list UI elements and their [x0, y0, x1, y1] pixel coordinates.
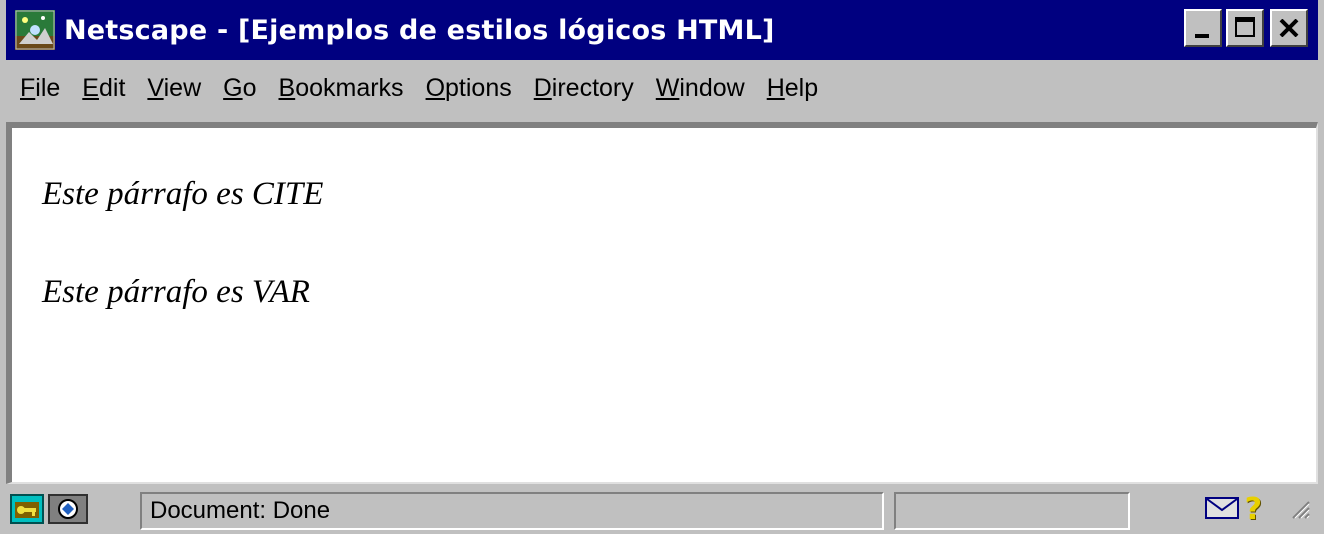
close-button[interactable]	[1270, 9, 1308, 47]
menu-view[interactable]: View	[147, 74, 201, 103]
menu-go-accel: G	[223, 73, 243, 102]
progress-panel	[894, 492, 1130, 530]
menu-bookmarks-label: ookmarks	[295, 73, 404, 102]
menu-help-label: elp	[784, 73, 819, 102]
menu-view-accel: V	[147, 73, 164, 102]
menu-directory-label: irectory	[551, 73, 634, 102]
menu-go[interactable]: Go	[223, 74, 256, 103]
menu-edit[interactable]: Edit	[82, 74, 125, 103]
security-key-icon[interactable]	[10, 493, 44, 529]
menu-go-label: o	[242, 73, 257, 102]
connection-icon[interactable]	[48, 493, 88, 529]
paragraph-var: Este párrafo es VAR	[42, 274, 310, 310]
maximize-button[interactable]	[1226, 9, 1264, 47]
menu-help-accel: H	[766, 73, 785, 102]
paragraph-cite: Este párrafo es CITE	[42, 176, 324, 212]
status-bar: Document: Done ?	[6, 488, 1318, 534]
window-title: Netscape - [Ejemplos de estilos lógicos …	[64, 14, 775, 46]
menu-bar: File Edit View Go Bookmarks Options Dire…	[6, 62, 1318, 114]
menu-bookmarks-accel: B	[278, 73, 296, 102]
help-question-icon[interactable]: ?	[1245, 495, 1262, 525]
menu-window-accel: W	[655, 73, 680, 102]
window-controls	[1184, 9, 1308, 47]
mail-icon[interactable]	[1204, 495, 1239, 526]
status-right-icons: ?	[1204, 490, 1310, 530]
maximize-icon	[1235, 17, 1255, 37]
menu-window-label: indow	[679, 73, 745, 102]
document-content-area[interactable]: Este párrafo es CITE Este párrafo es VAR	[6, 122, 1318, 484]
minimize-icon	[1195, 34, 1209, 38]
menu-window[interactable]: Window	[656, 74, 745, 103]
minimize-button[interactable]	[1184, 9, 1222, 47]
menu-edit-label: dit	[98, 73, 126, 102]
close-icon	[1272, 11, 1306, 45]
menu-directory-accel: D	[533, 73, 552, 102]
menu-directory[interactable]: Directory	[534, 74, 634, 103]
status-message: Document: Done	[140, 492, 884, 530]
netscape-logo-icon[interactable]	[14, 9, 56, 51]
resize-grip-icon[interactable]	[1288, 497, 1310, 524]
menu-options-accel: O	[425, 73, 446, 102]
menu-file[interactable]: File	[20, 74, 60, 103]
menu-edit-accel: E	[82, 73, 99, 102]
menu-options[interactable]: Options	[426, 74, 512, 103]
menu-file-accel: F	[20, 73, 36, 102]
status-icons	[10, 493, 110, 529]
menu-view-label: iew	[163, 73, 202, 102]
menu-bookmarks[interactable]: Bookmarks	[279, 74, 404, 103]
menu-options-label: ptions	[445, 73, 512, 102]
menu-file-label: ile	[35, 73, 61, 102]
title-bar[interactable]: Netscape - [Ejemplos de estilos lógicos …	[6, 0, 1318, 60]
menu-help[interactable]: Help	[767, 74, 818, 103]
